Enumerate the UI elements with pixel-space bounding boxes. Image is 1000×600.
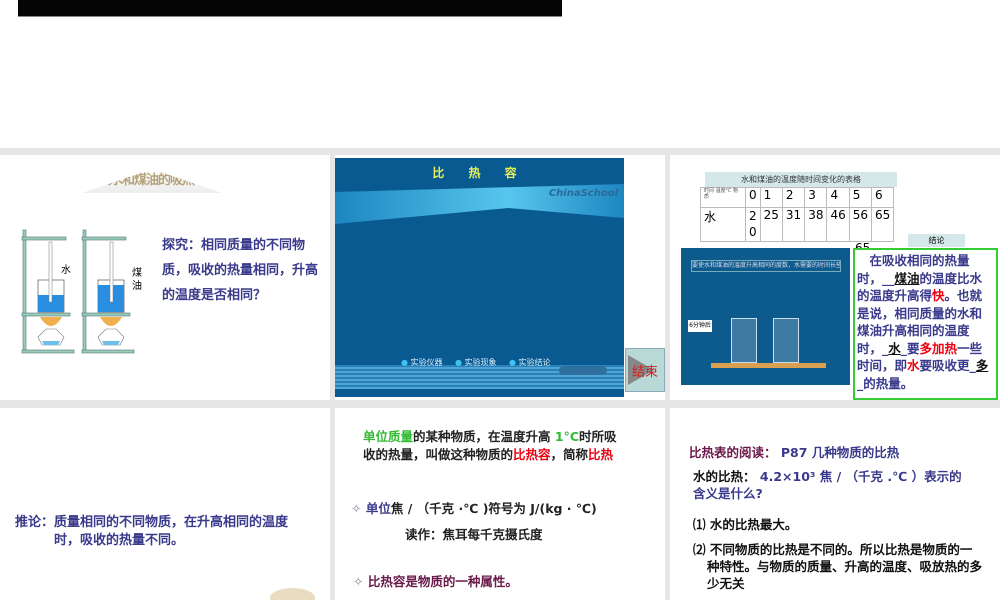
apparatus-illustration [21,229,135,354]
playback-controls[interactable] [559,366,607,375]
water-label: 水 [61,265,71,276]
slide-title: 比 热 容 [432,166,527,180]
definition-text: 单位质量的某种物质，在温度升高 1°C时所吸收的热量，叫做这种物质的比热容，简称… [363,429,617,462]
nav-phenomenon[interactable]: 实验现象 [455,357,497,368]
experiment-image: 要使水和煤油的温度升高相同的度数，水需要的时间长些。 6分钟后 [681,248,850,385]
table-header-row: 时间 温度℃ 物质 0123456 [700,187,895,208]
slide-wordart-title: 比较水和煤油的吸热本领 [82,169,222,193]
brand-logo: ChinaSchool [548,188,618,199]
unit-line: ✧ 单位焦 / （千克 ·℃ )符号为 J/(kg · ℃) [351,501,597,516]
question-text: 水的比热： 4.2×10³ 焦 / （千克 .℃ ）表示的含义是什么? [693,469,962,501]
inference-text: 推论： 质量相同的不同物质，在升高相同的温度时，吸收的热量不同。 [15,515,289,548]
beaker-kerosene [773,318,799,363]
slide-thumbnail-2[interactable]: 比 热 容 ChinaSchool 实验仪器 实验现象 实验结论 结束 [335,155,665,400]
kerosene-label: 煤油 [132,268,142,292]
slide-thumbnail-3[interactable]: 水和煤油的温度随时间变化的表格 时间 温度℃ 物质 0123456 水 20 25… [670,155,1000,400]
table-row-water: 水 20 25 31 38 46 56 65 [700,207,895,242]
table-caption: 水和煤油的温度随时间变化的表格 [705,172,897,187]
temperature-table: 时间 温度℃ 物质 0123456 水 20 25 31 38 46 56 65 [700,187,895,242]
nav-apparatus[interactable]: 实验仪器 [401,357,443,368]
slide-thumbnail-1[interactable]: 比较水和煤油的吸热本领 水 煤油 探究：相同质量的不同物质，吸收的热量相同，升高… [0,155,330,400]
flash-player-frame: 比 热 容 ChinaSchool 实验仪器 实验现象 实验结论 [335,158,624,397]
answer-1: ⑴ 水的比热最大。 [693,517,798,532]
slide-thumbnail-5[interactable]: 单位质量的某种物质，在温度升高 1°C时所吸收的热量，叫做这种物质的比热容，简称… [335,408,665,600]
answer-2: ⑵ 不同物质的比热是不同的。所以比热是物质的一种特性。与物质的质量、升高的温度、… [693,542,983,591]
slide-thumbnail-6[interactable]: 比热表的阅读： P87 几种物质的比热 水的比热： 4.2×10³ 焦 / （千… [670,408,1000,600]
character-illustration [270,588,315,600]
inquiry-text: 探究：相同质量的不同物质，吸收的热量相同，升高的温度是否相同？ [162,238,319,303]
conclusion-label: 结论 [908,234,965,247]
image-banner: 要使水和煤油的温度升高相同的度数，水需要的时间长些。 [691,260,841,272]
conclusion-text: 在吸收相同的热量时，__煤油的温度比水的温度升高得快。也就是说，相同质量的水和煤… [853,248,998,400]
previous-slide-thumbnail[interactable] [18,0,562,17]
timer-label: 6分钟后 [688,320,712,332]
nav-conclusion[interactable]: 实验结论 [509,357,551,368]
property-line: ✧ 比热容是物质的一种属性。 [353,574,518,589]
beaker-water [731,318,757,363]
reading-line: 读作：焦耳每千克摄氏度 [405,527,543,542]
stand-base [711,363,826,368]
slide-thumbnail-4[interactable]: 推论： 质量相同的不同物质，在升高相同的温度时，吸收的热量不同。 [0,408,330,600]
end-button[interactable]: 结束 [625,348,665,392]
table-reading-heading: 比热表的阅读： P87 几种物质的比热 [689,445,900,460]
